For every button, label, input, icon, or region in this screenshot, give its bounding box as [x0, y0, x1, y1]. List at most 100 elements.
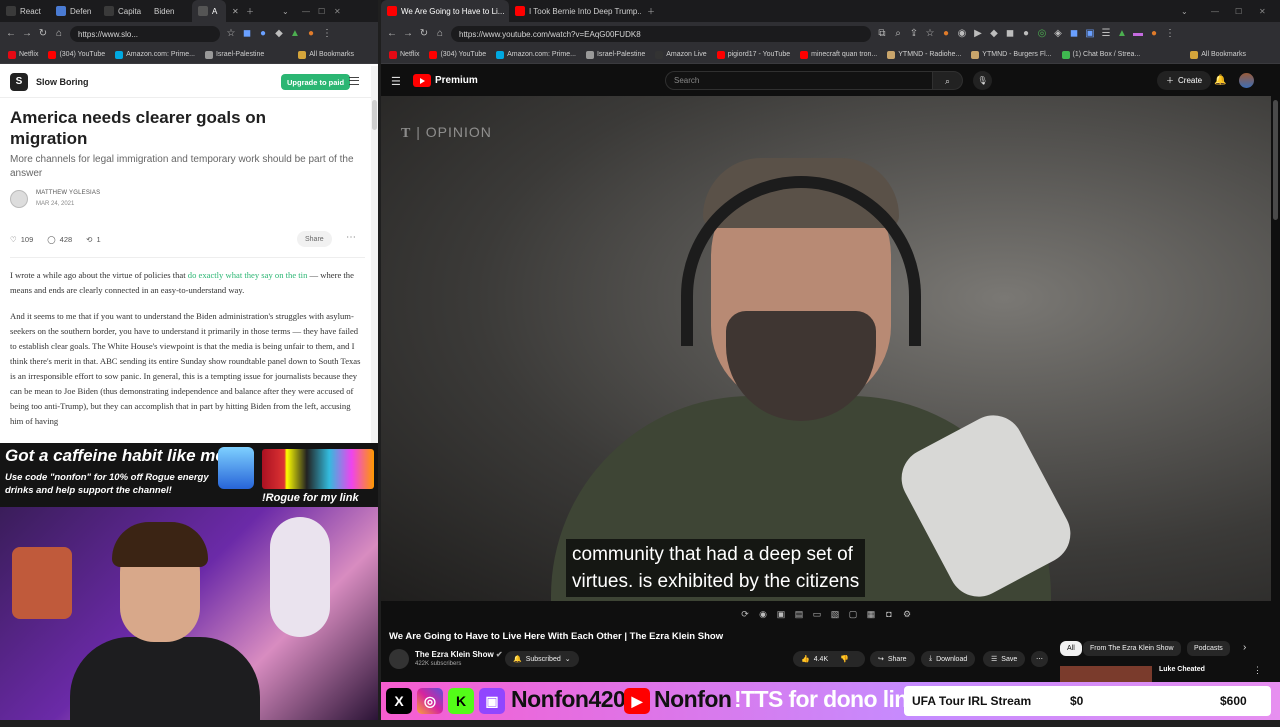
tab-defen[interactable]: Defen	[50, 0, 98, 22]
bookmark-minecraft[interactable]: minecraft quan tron...	[800, 50, 877, 59]
chip-from-ezra-klein-show[interactable]: From The Ezra Klein Show	[1083, 641, 1181, 656]
restack-button[interactable]: ⟲ 1	[86, 235, 100, 244]
minimize-icon[interactable]: —	[1205, 0, 1229, 22]
theater-icon[interactable]: ▭	[812, 609, 823, 620]
minimize-icon[interactable]: —	[296, 0, 312, 22]
recommended-video-thumbnail[interactable]	[1060, 666, 1152, 682]
reload-icon[interactable]: ↻	[419, 29, 429, 39]
extension-icon[interactable]: ●	[1021, 29, 1031, 39]
more-options-icon[interactable]: ⋯	[346, 232, 356, 243]
miniplayer-icon[interactable]: ▢	[848, 609, 859, 620]
search-icon[interactable]: ⌕	[933, 71, 963, 90]
microphone-icon[interactable]: 🎙	[973, 71, 992, 90]
inline-link[interactable]: do exactly what they say on the tin	[188, 270, 308, 280]
slow-boring-logo-icon[interactable]: S	[10, 72, 28, 91]
channel-name[interactable]: The Ezra Klein Show ✔	[415, 650, 503, 659]
grid-icon[interactable]: ▦	[866, 609, 877, 620]
subscribed-button[interactable]: 🔔 Subscribed ⌄	[505, 651, 579, 667]
camera-icon[interactable]: ◘	[884, 609, 895, 620]
download-button[interactable]: ⤓ Download	[921, 651, 976, 667]
zoom-icon[interactable]: ⌕	[893, 29, 903, 39]
window-close-icon[interactable]: ✕	[328, 0, 344, 22]
youtube-premium-label[interactable]: Premium	[435, 75, 478, 86]
publication-name[interactable]: Slow Boring	[36, 77, 89, 87]
new-tab-icon[interactable]: ＋	[240, 0, 256, 22]
extension-icon[interactable]: ☰	[1101, 29, 1111, 39]
tab-react[interactable]: React	[0, 0, 50, 22]
left-address-bar[interactable]: https://www.slo...	[70, 26, 220, 42]
home-icon[interactable]: ⌂	[54, 29, 64, 39]
comments-button[interactable]: ◯ 428	[47, 235, 72, 244]
bookmark-amazon-live[interactable]: Amazon Live	[655, 50, 707, 59]
guide-menu-icon[interactable]: ☰	[391, 75, 401, 88]
extension-icon[interactable]: ◼	[1005, 29, 1015, 39]
tab-video-ezra-klein[interactable]: We Are Going to Have to Li...✕	[381, 0, 509, 22]
extension-icon[interactable]: ◆	[989, 29, 999, 39]
extension-icon[interactable]: ◆	[274, 29, 284, 39]
chip-podcasts[interactable]: Podcasts	[1187, 641, 1230, 656]
picture-icon[interactable]: ▧	[830, 609, 841, 620]
extension-icon[interactable]: ▣	[1085, 29, 1095, 39]
extension-icon[interactable]: ▬	[1133, 29, 1143, 39]
bookmark-youtube[interactable]: (304) YouTube	[429, 50, 486, 59]
like-dislike-button[interactable]: 👍 4.4K 👎	[793, 651, 865, 667]
menu-kebab-icon[interactable]: ⋮	[322, 29, 332, 39]
video-player[interactable]: T | OPINION community that had a deep se…	[381, 96, 1271, 608]
bookmark-youtube[interactable]: (304) YouTube	[48, 50, 105, 59]
extension-icon[interactable]: ●	[258, 29, 268, 39]
extension-icon[interactable]: ▶	[973, 29, 983, 39]
page-scrollbar-thumb[interactable]	[1273, 100, 1278, 220]
chevron-right-icon[interactable]: ›	[1243, 642, 1246, 653]
back-icon[interactable]: ←	[387, 29, 397, 39]
bookmark-amazon[interactable]: Amazon.com: Prime...	[496, 50, 576, 59]
tab-video-bernie[interactable]: I Took Bernie Into Deep Trump...✕	[509, 0, 641, 22]
reload-icon[interactable]: ↻	[38, 29, 48, 39]
home-icon[interactable]: ⌂	[435, 29, 445, 39]
like-button[interactable]: ♡ 109	[10, 235, 33, 244]
window-close-icon[interactable]: ✕	[1253, 0, 1277, 22]
author-avatar[interactable]	[10, 190, 28, 208]
tab-biden[interactable]: Biden	[148, 0, 192, 22]
extension-icon[interactable]: ◉	[957, 29, 967, 39]
extension-icon[interactable]: ▲	[290, 29, 300, 39]
profile-icon[interactable]: ●	[306, 29, 316, 39]
save-button[interactable]: ☰ Save	[983, 651, 1026, 667]
forward-icon[interactable]: →	[22, 29, 32, 39]
tab-capita[interactable]: Capita	[98, 0, 148, 22]
youtube-logo-icon[interactable]	[413, 74, 431, 87]
extension-icon[interactable]: ●	[941, 29, 951, 39]
article-share-button[interactable]: Share	[297, 231, 332, 247]
install-icon[interactable]: ⧉	[877, 29, 887, 39]
bookmark-israel-palestine[interactable]: Israel-Palestine	[204, 50, 264, 59]
bookmark-ytmnd-radiohead[interactable]: YTMND - Radiohe...	[887, 50, 961, 59]
playlist-icon[interactable]: ▤	[794, 609, 805, 620]
tab-search-icon[interactable]: ⌄	[1175, 0, 1205, 22]
bookmark-star-icon[interactable]: ☆	[226, 29, 236, 39]
bookmark-chat-box[interactable]: (1) Chat Box / Strea...	[1061, 50, 1140, 59]
extension-icon[interactable]: ◼	[1069, 29, 1079, 39]
loop-icon[interactable]: ⟳	[740, 609, 751, 620]
all-bookmarks[interactable]: All Bookmarks	[298, 50, 354, 59]
recommendation-menu-icon[interactable]: ⋮	[1253, 665, 1262, 676]
share-page-icon[interactable]: ⇪	[909, 29, 919, 39]
bookmark-netflix[interactable]: Netflix	[8, 50, 38, 59]
bookmark-israel-palestine[interactable]: Israel-Palestine	[585, 50, 645, 59]
channel-avatar[interactable]	[389, 649, 409, 669]
tab-search-icon[interactable]: ⌄	[276, 0, 296, 22]
upgrade-to-paid-button[interactable]: Upgrade to paid	[281, 74, 351, 90]
extension-icon[interactable]: ◼	[242, 29, 252, 39]
right-address-bar[interactable]: https://www.youtube.com/watch?v=EAqG00FU…	[451, 26, 871, 42]
article-scrollbar-thumb[interactable]	[372, 100, 377, 130]
account-avatar[interactable]	[1239, 73, 1254, 88]
bookmark-pigiord[interactable]: pigiord17 - YouTube	[716, 50, 790, 59]
menu-kebab-icon[interactable]: ⋮	[1165, 29, 1175, 39]
extension-icon[interactable]: ◎	[1037, 29, 1047, 39]
screenshot-icon[interactable]: ▣	[776, 609, 787, 620]
author-name[interactable]: MATTHEW YGLESIAS	[36, 190, 100, 196]
bookmark-star-icon[interactable]: ☆	[925, 29, 935, 39]
bookmark-ytmnd-burgers[interactable]: YTMND - Burgers Fl...	[971, 50, 1052, 59]
hamburger-menu-icon[interactable]	[349, 77, 359, 85]
notifications-bell-icon[interactable]: 🔔	[1214, 75, 1226, 86]
extension-icon[interactable]: ◈	[1053, 29, 1063, 39]
forward-icon[interactable]: →	[403, 29, 413, 39]
